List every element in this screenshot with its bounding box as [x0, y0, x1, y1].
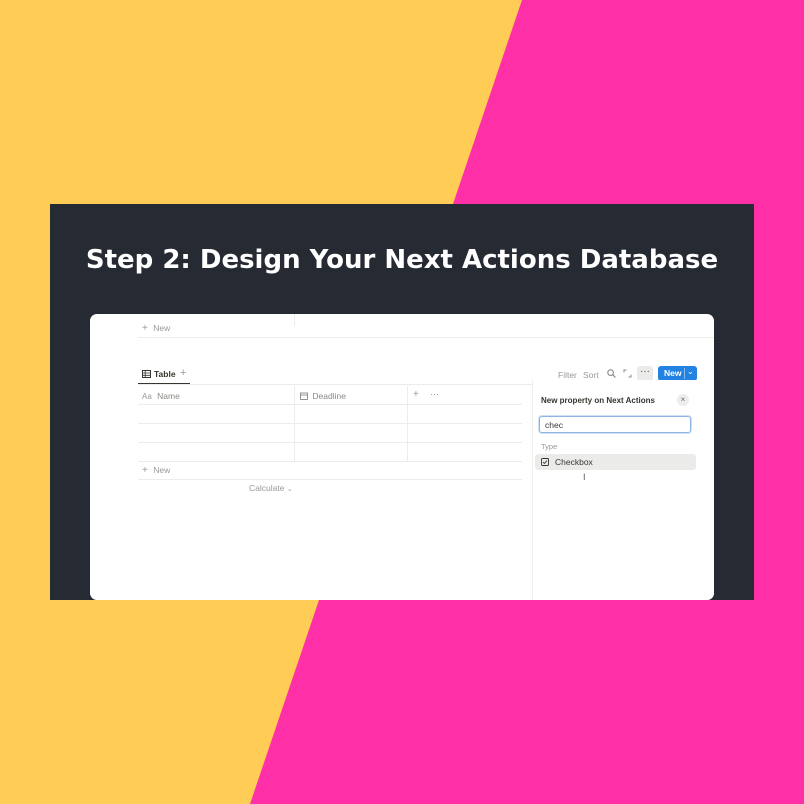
checkbox-icon	[541, 458, 549, 466]
divider	[138, 337, 714, 338]
column-header-deadline[interactable]: Deadline	[300, 391, 346, 401]
plus-icon: +	[142, 323, 148, 334]
panel-title: New property on Next Actions	[541, 396, 655, 405]
add-row-button[interactable]: + New	[142, 465, 170, 476]
page-title: Step 2: Design Your Next Actions Databas…	[85, 245, 719, 275]
calculate-button[interactable]: Calculate ⌄	[249, 483, 293, 493]
notion-screenshot-card: + New Table + Filter Sort ··· New ⌄ Aa N…	[90, 314, 714, 600]
column-more-icon[interactable]: ···	[430, 389, 439, 399]
expand-icon[interactable]	[623, 369, 632, 378]
column-divider	[294, 314, 295, 326]
checkbox-option[interactable]: Checkbox	[535, 454, 696, 470]
table-row	[138, 442, 522, 443]
new-property-panel: New property on Next Actions × chec Type…	[532, 380, 714, 600]
filter-button[interactable]: Filter	[558, 370, 577, 380]
close-icon[interactable]: ×	[677, 394, 689, 406]
search-icon[interactable]	[607, 369, 616, 378]
column-divider	[407, 386, 408, 461]
calendar-icon	[300, 392, 308, 400]
top-new-row[interactable]: + New	[142, 323, 170, 334]
column-divider	[294, 386, 295, 461]
chevron-down-icon[interactable]: ⌄	[687, 367, 694, 376]
table-row	[138, 461, 522, 462]
sort-button[interactable]: Sort	[583, 370, 599, 380]
add-column-icon[interactable]: +	[413, 389, 419, 400]
add-view-icon[interactable]: +	[180, 367, 186, 379]
tab-table[interactable]: Table	[142, 369, 176, 379]
new-button[interactable]: New ⌄	[658, 366, 697, 381]
property-search-input[interactable]: chec	[539, 416, 691, 433]
chevron-down-icon: ⌄	[286, 486, 293, 493]
table-row	[138, 423, 522, 424]
text-cursor-icon: I	[583, 472, 586, 482]
header-divider	[138, 404, 522, 405]
column-header-name[interactable]: Aa Name	[142, 391, 180, 401]
divider	[138, 384, 534, 385]
text-icon: Aa	[142, 392, 152, 401]
plus-icon: +	[142, 465, 148, 476]
table-icon	[142, 370, 151, 378]
divider	[138, 479, 522, 480]
more-icon[interactable]: ···	[637, 366, 653, 381]
type-section-label: Type	[541, 442, 558, 451]
